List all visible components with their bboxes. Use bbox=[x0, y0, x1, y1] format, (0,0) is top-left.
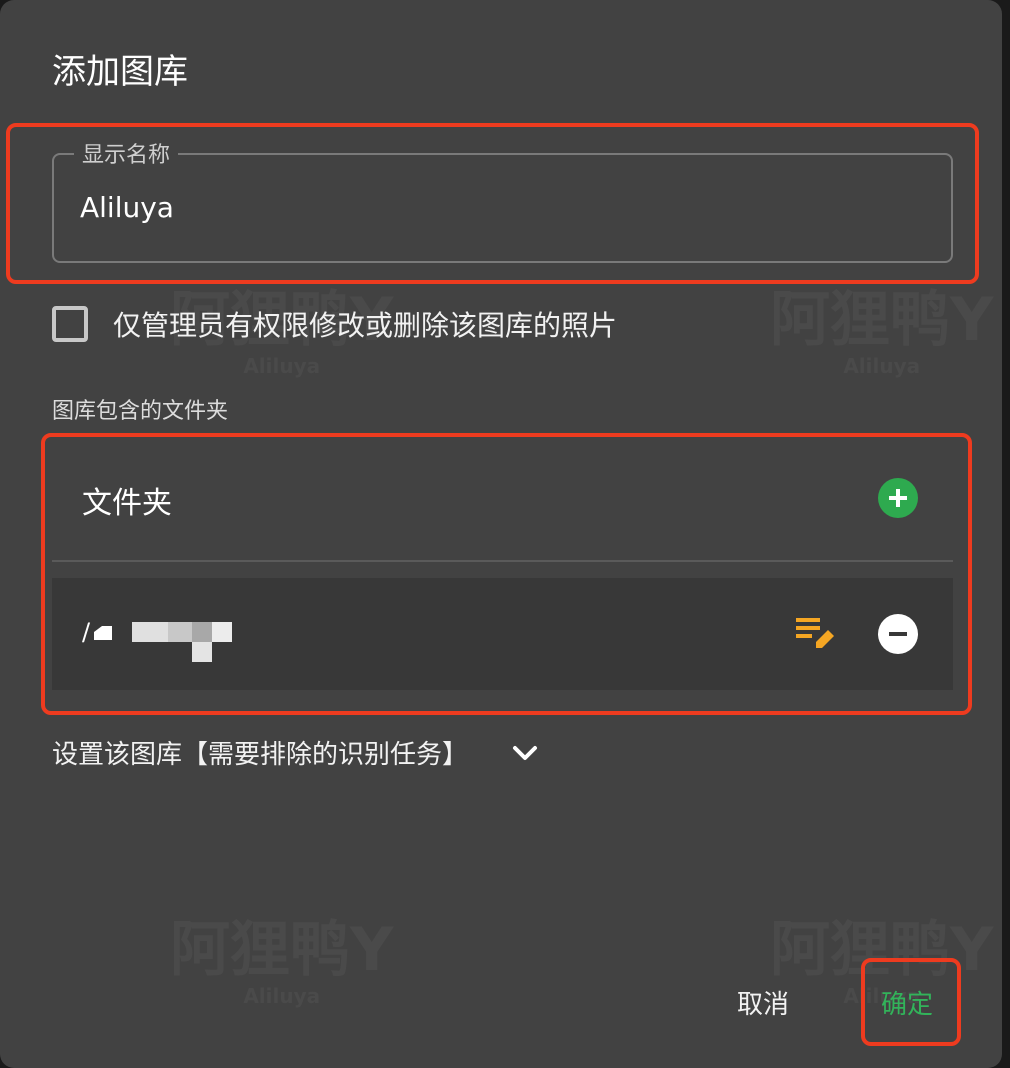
minus-circle-icon bbox=[889, 632, 907, 636]
folder-path: / bbox=[82, 618, 91, 646]
admin-only-checkbox[interactable] bbox=[52, 306, 88, 342]
redacted-path-shape bbox=[94, 626, 112, 640]
confirm-button[interactable]: 确定 bbox=[881, 984, 933, 1021]
add-folder-button[interactable] bbox=[878, 478, 918, 518]
redacted-path-block bbox=[192, 622, 212, 642]
remove-folder-button[interactable] bbox=[878, 614, 918, 654]
redacted-path-block bbox=[192, 642, 212, 662]
exclude-tasks-label: 设置该图库【需要排除的识别任务】 bbox=[52, 740, 469, 770]
cancel-button[interactable]: 取消 bbox=[737, 984, 789, 1021]
chevron-down-icon bbox=[513, 745, 538, 760]
add-library-dialog: 阿狸鸭Y Aliluya 阿狸鸭Y Aliluya 阿狸鸭Y Aliluya 阿… bbox=[0, 0, 1002, 1068]
folder-list-item: / bbox=[52, 578, 953, 690]
dialog-title: 添加图库 bbox=[52, 52, 188, 92]
edit-note-icon[interactable] bbox=[794, 614, 838, 654]
plus-circle-icon bbox=[889, 489, 907, 507]
folders-header-label: 文件夹 bbox=[82, 486, 172, 521]
admin-only-label: 仅管理员有权限修改或删除该图库的照片 bbox=[113, 309, 618, 342]
folders-section-label: 图库包含的文件夹 bbox=[52, 399, 229, 424]
display-name-field[interactable]: 显示名称 bbox=[52, 137, 953, 263]
redacted-path-block bbox=[212, 622, 232, 642]
redacted-path-block bbox=[168, 622, 192, 642]
watermark-logo: 阿狸鸭Y Aliluya bbox=[170, 920, 393, 1008]
exclude-tasks-toggle[interactable]: 设置该图库【需要排除的识别任务】 bbox=[52, 734, 538, 771]
admin-only-row[interactable]: 仅管理员有权限修改或删除该图库的照片 bbox=[52, 304, 617, 344]
folders-header: 文件夹 bbox=[52, 440, 953, 562]
display-name-input[interactable] bbox=[80, 191, 920, 224]
redacted-path-block bbox=[132, 622, 168, 642]
watermark-logo: 阿狸鸭Y Aliluya bbox=[770, 290, 993, 378]
display-name-label: 显示名称 bbox=[74, 137, 179, 169]
